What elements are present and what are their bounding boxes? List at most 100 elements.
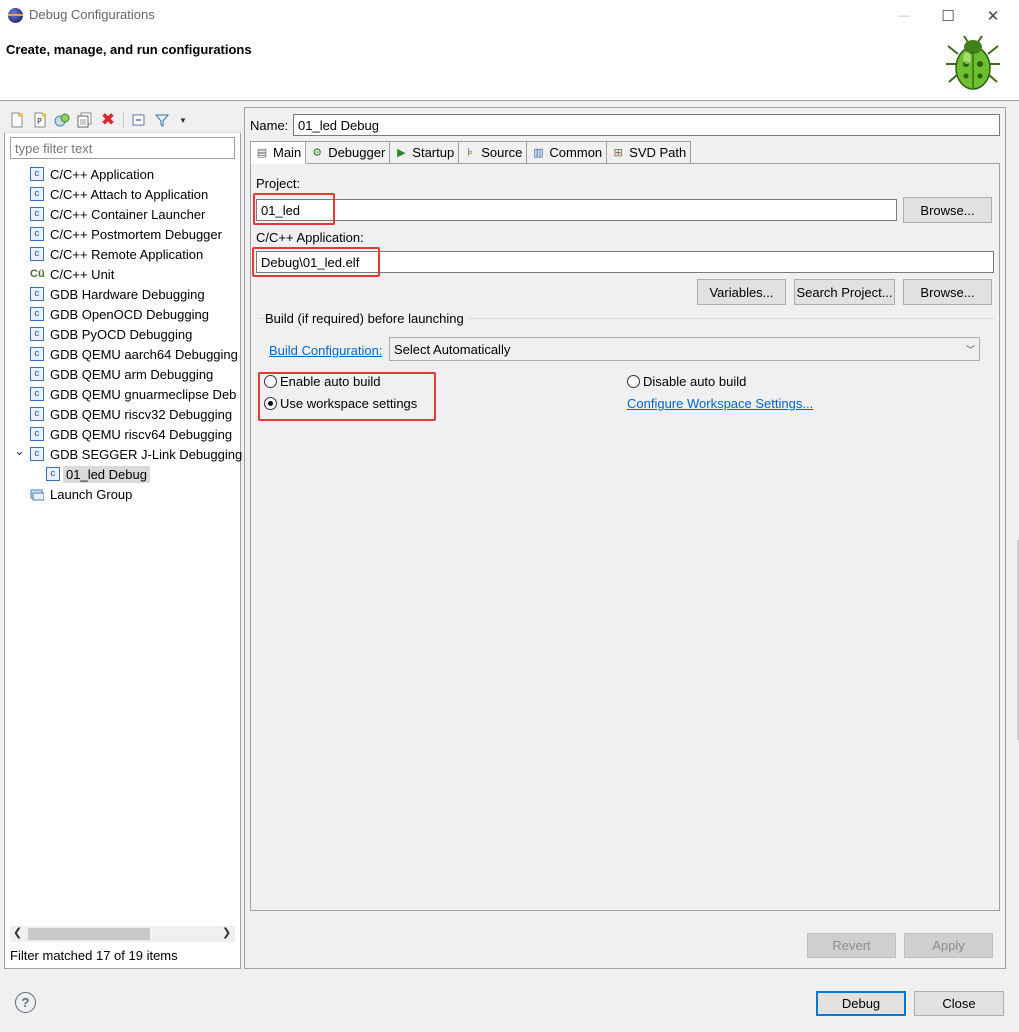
common-tab-icon: ▥ bbox=[533, 147, 544, 159]
tree-item-c-c-attach-to-application[interactable]: c C/C++ Attach to Application bbox=[30, 184, 240, 204]
search-project-button[interactable]: Search Project... bbox=[794, 279, 895, 305]
launch-group-icon bbox=[30, 487, 44, 501]
c-launch-config-icon: c bbox=[30, 427, 44, 441]
scroll-left-icon[interactable]: ❮ bbox=[13, 926, 22, 939]
tree-item-01-led-debug[interactable]: c 01_led Debug bbox=[30, 464, 240, 484]
debugger-tab-icon: ⚙ bbox=[312, 147, 323, 159]
tab-label: Source bbox=[481, 145, 523, 160]
radio-indicator bbox=[264, 375, 277, 388]
tree-item-gdb-qemu-arm-debugging[interactable]: c GDB QEMU arm Debugging bbox=[30, 364, 240, 384]
application-input[interactable] bbox=[256, 251, 994, 273]
c-launch-config-icon: c bbox=[30, 287, 44, 301]
debug-button[interactable]: Debug bbox=[816, 991, 906, 1016]
tree-item-launch-group[interactable]: Launch Group bbox=[30, 484, 240, 504]
c-launch-config-icon: c bbox=[30, 207, 44, 221]
tab-label: Startup bbox=[412, 145, 455, 160]
tab-debugger[interactable]: ⚙ Debugger bbox=[305, 141, 391, 163]
new-configuration-icon[interactable] bbox=[8, 111, 26, 129]
svg-text:P: P bbox=[37, 117, 42, 126]
project-label: Project: bbox=[256, 176, 301, 191]
c-launch-config-icon: c bbox=[30, 367, 44, 381]
window-title: Debug Configurations bbox=[29, 7, 155, 22]
scroll-right-icon[interactable]: ❯ bbox=[222, 926, 231, 939]
build-group-title: Build (if required) before launching bbox=[265, 311, 468, 326]
tree-item-c-c-unit[interactable]: Cü C/C++ Unit bbox=[30, 264, 240, 284]
tab-label: Main bbox=[273, 145, 302, 160]
tree-item-gdb-openocd-debugging[interactable]: c GDB OpenOCD Debugging bbox=[30, 304, 240, 324]
startup-tab-icon: ▶ bbox=[397, 147, 406, 159]
scrollbar-thumb[interactable] bbox=[28, 928, 150, 940]
filter-input[interactable] bbox=[10, 137, 235, 159]
tab-svd-path[interactable]: ⊞ SVD Path bbox=[606, 141, 692, 163]
tree-item-c-c-application[interactable]: c C/C++ Application bbox=[30, 164, 240, 184]
close-window-button[interactable]: ✕ bbox=[970, 0, 1016, 31]
tree-item-gdb-qemu-riscv64-debugging[interactable]: c GDB QEMU riscv64 Debugging bbox=[30, 424, 240, 444]
expand-chevron-icon[interactable]: ⌄ bbox=[14, 443, 25, 459]
project-browse-button[interactable]: Browse... bbox=[903, 197, 992, 223]
configure-workspace-settings-link[interactable]: Configure Workspace Settings... bbox=[627, 396, 813, 411]
tree-item-label: C/C++ Container Launcher bbox=[50, 206, 206, 222]
tree-item-gdb-segger-j-link-debugging[interactable]: ⌄ c GDB SEGGER J-Link Debugging bbox=[14, 443, 242, 464]
tab-label: SVD Path bbox=[629, 145, 687, 160]
configuration-name-input[interactable] bbox=[293, 114, 1000, 136]
tab-label: Common bbox=[549, 145, 603, 160]
project-input[interactable] bbox=[256, 199, 897, 221]
configuration-tree: c C/C++ Application c C/C++ Attach to Appli… bbox=[14, 164, 242, 504]
export-icon[interactable] bbox=[53, 111, 71, 129]
debug-bug-icon bbox=[946, 35, 1000, 90]
enable-auto-build-label: Enable auto build bbox=[280, 374, 381, 389]
tab-source[interactable]: ⊧ Source bbox=[458, 141, 528, 163]
duplicate-icon[interactable] bbox=[76, 111, 94, 129]
c-launch-config-icon: c bbox=[30, 187, 44, 201]
build-configuration-link[interactable]: Build Configuration: bbox=[269, 343, 382, 358]
radio-indicator-selected bbox=[264, 397, 277, 410]
c-unit-icon: Cü bbox=[30, 268, 45, 280]
disable-auto-build-label: Disable auto build bbox=[643, 374, 747, 389]
tree-item-label: GDB QEMU riscv32 Debugging bbox=[50, 406, 233, 422]
main-tab-content bbox=[250, 163, 1000, 911]
view-menu-icon[interactable]: ▼ bbox=[174, 111, 192, 129]
tab-main[interactable]: ▤ Main bbox=[250, 141, 307, 164]
tree-item-gdb-qemu-riscv32-debugging[interactable]: c GDB QEMU riscv32 Debugging bbox=[30, 404, 240, 424]
tree-item-gdb-hardware-debugging[interactable]: c GDB Hardware Debugging bbox=[30, 284, 240, 304]
tree-item-gdb-qemu-gnuarmeclipse-deb[interactable]: c GDB QEMU gnuarmeclipse Deb bbox=[30, 384, 240, 404]
tab-bar: ▤ Main ⚙ Debugger ▶ Startup ⊧ Source ▥ Common ⊞ SVD… bbox=[250, 141, 692, 164]
help-icon[interactable]: ? bbox=[15, 992, 36, 1013]
tree-item-c-c-container-launcher[interactable]: c C/C++ Container Launcher bbox=[30, 204, 240, 224]
radio-indicator bbox=[627, 375, 640, 388]
toolbar-separator bbox=[123, 112, 124, 128]
svd-path-tab-icon: ⊞ bbox=[613, 147, 623, 159]
filter-icon[interactable] bbox=[153, 111, 171, 129]
revert-button[interactable]: Revert bbox=[807, 933, 896, 958]
variables-button[interactable]: Variables... bbox=[697, 279, 786, 305]
minimize-button[interactable]: — bbox=[881, 0, 927, 31]
tree-item-label: GDB Hardware Debugging bbox=[50, 286, 205, 302]
tree-item-label: C/C++ Attach to Application bbox=[50, 186, 209, 202]
c-launch-config-icon: c bbox=[30, 327, 44, 341]
disable-auto-build-radio[interactable]: Disable auto build bbox=[627, 374, 746, 389]
maximize-button[interactable]: ☐ bbox=[925, 0, 971, 31]
tree-item-label: GDB QEMU aarch64 Debugging bbox=[50, 346, 238, 362]
tree-item-label: C/C++ Remote Application bbox=[50, 246, 204, 262]
build-configuration-select[interactable]: Select Automatically ﹀ bbox=[389, 337, 980, 361]
tree-item-gdb-pyocd-debugging[interactable]: c GDB PyOCD Debugging bbox=[30, 324, 240, 344]
c-launch-config-icon: c bbox=[46, 467, 60, 481]
apply-button[interactable]: Apply bbox=[904, 933, 993, 958]
application-label: C/C++ Application: bbox=[256, 230, 364, 245]
enable-auto-build-radio[interactable]: Enable auto build bbox=[264, 374, 380, 389]
tree-item-label: GDB QEMU arm Debugging bbox=[50, 366, 214, 382]
delete-icon[interactable]: ✖ bbox=[99, 110, 117, 129]
close-button[interactable]: Close bbox=[914, 991, 1004, 1016]
application-browse-button[interactable]: Browse... bbox=[903, 279, 992, 305]
tree-item-c-c-remote-application[interactable]: c C/C++ Remote Application bbox=[30, 244, 240, 264]
main-tab-icon: ▤ bbox=[256, 147, 268, 159]
tree-item-c-c-postmortem-debugger[interactable]: c C/C++ Postmortem Debugger bbox=[30, 224, 240, 244]
new-prototype-icon[interactable]: P bbox=[31, 111, 49, 129]
tab-startup[interactable]: ▶ Startup bbox=[389, 141, 460, 163]
collapse-all-icon[interactable] bbox=[130, 111, 148, 129]
c-launch-config-icon: c bbox=[30, 347, 44, 361]
tree-item-gdb-qemu-aarch64-debugging[interactable]: c GDB QEMU aarch64 Debugging bbox=[30, 344, 240, 364]
use-workspace-settings-radio[interactable]: Use workspace settings bbox=[264, 396, 417, 411]
tree-item-label: GDB QEMU riscv64 Debugging bbox=[50, 426, 233, 442]
tab-common[interactable]: ▥ Common bbox=[526, 141, 608, 163]
